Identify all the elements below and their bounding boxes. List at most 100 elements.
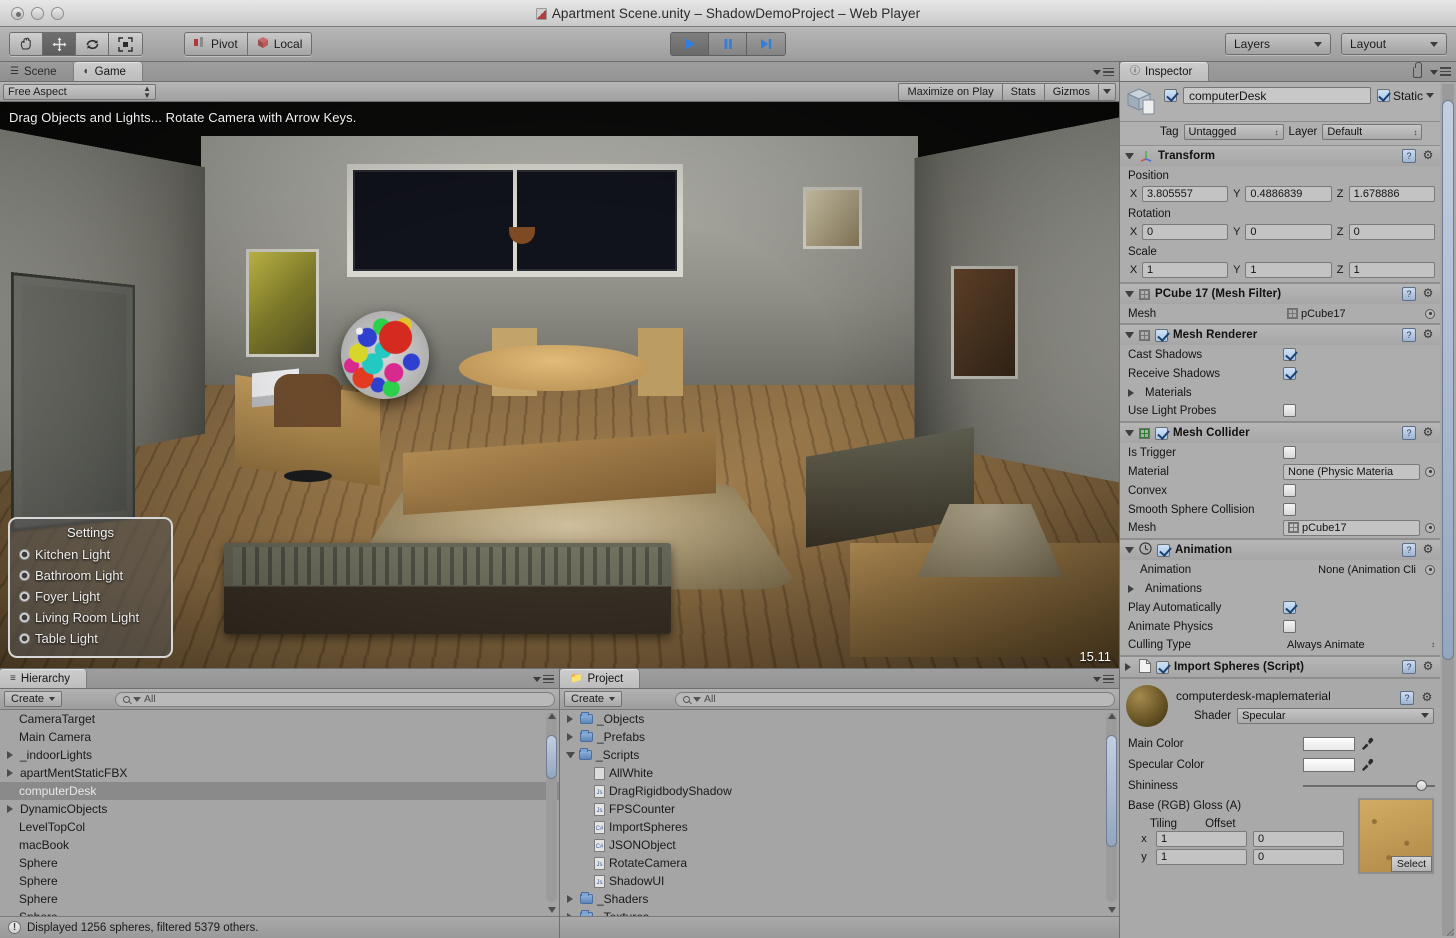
tiling-y-input[interactable]: 1 <box>1156 849 1247 865</box>
cast-shadows-checkbox[interactable] <box>1283 348 1296 361</box>
project-item[interactable]: JsFPSCounter <box>560 800 1119 818</box>
gizmos-button[interactable]: Gizmos <box>1044 83 1098 101</box>
maximize-on-play-button[interactable]: Maximize on Play <box>898 83 1001 101</box>
texture-select-button[interactable]: Select <box>1391 856 1432 872</box>
tab-project[interactable]: 📁 Project <box>560 669 640 688</box>
object-name-input[interactable]: computerDesk <box>1183 87 1371 104</box>
shader-dropdown[interactable]: Specular <box>1237 708 1434 724</box>
project-item[interactable]: _Scripts <box>560 746 1119 764</box>
hierarchy-item[interactable]: CameraTarget <box>0 710 559 728</box>
position-z-input[interactable]: 1.678886 <box>1349 186 1435 202</box>
mesh-collider-enabled-checkbox[interactable] <box>1155 427 1168 440</box>
fold-arrow-icon[interactable] <box>1125 547 1134 553</box>
main-color-swatch[interactable] <box>1303 737 1355 751</box>
project-panel-menu[interactable] <box>1093 675 1114 686</box>
minimize-button[interactable] <box>31 7 44 20</box>
disclosure-triangle-icon[interactable] <box>567 733 576 741</box>
layers-dropdown[interactable]: Layers <box>1225 33 1331 55</box>
hierarchy-create-button[interactable]: Create <box>4 691 62 707</box>
fold-arrow-icon[interactable] <box>1125 430 1134 436</box>
hierarchy-panel-menu[interactable] <box>533 675 554 686</box>
gear-icon[interactable]: ⚙ <box>1420 691 1434 705</box>
fold-arrow-icon[interactable] <box>1125 663 1134 671</box>
fold-arrow-icon[interactable] <box>1125 153 1134 159</box>
materials-row[interactable]: Materials <box>1120 383 1440 402</box>
help-icon[interactable]: ? <box>1402 660 1416 674</box>
tab-game[interactable]: ◐ Game <box>74 62 143 81</box>
script-header[interactable]: Import Spheres (Script) ? ⚙ <box>1120 657 1440 677</box>
inspector-scrollbar[interactable] <box>1442 84 1454 936</box>
transform-header[interactable]: Transform ? ⚙ <box>1120 146 1440 166</box>
project-item[interactable]: _Textures <box>560 908 1119 916</box>
game-render-surface[interactable]: Drag Objects and Lights... Rotate Camera… <box>0 102 1119 668</box>
mesh-filter-header[interactable]: PCube 17 (Mesh Filter) ? ⚙ <box>1120 284 1440 304</box>
offset-y-input[interactable]: 0 <box>1253 849 1344 865</box>
disclosure-triangle-icon[interactable] <box>7 805 16 813</box>
mesh-renderer-enabled-checkbox[interactable] <box>1155 329 1168 342</box>
mesh-collider-header[interactable]: Mesh Collider ? ⚙ <box>1120 423 1440 443</box>
shininess-slider[interactable] <box>1303 780 1435 792</box>
setting-foyer-light[interactable]: Foyer Light <box>10 586 171 607</box>
hierarchy-item[interactable]: computerDesk <box>0 782 559 800</box>
disclosure-triangle-icon[interactable] <box>567 895 576 903</box>
help-icon[interactable]: ? <box>1402 287 1416 301</box>
collider-mesh-field[interactable]: pCube17 <box>1283 520 1420 536</box>
gear-icon[interactable]: ⚙ <box>1421 328 1435 342</box>
project-item[interactable]: _Shaders <box>560 890 1119 908</box>
window-resize-grip[interactable] <box>1442 924 1455 937</box>
disclosure-triangle-icon[interactable] <box>7 769 16 777</box>
help-icon[interactable]: ? <box>1402 328 1416 342</box>
object-picker-icon[interactable] <box>1425 523 1435 533</box>
script-enabled-checkbox[interactable] <box>1156 661 1169 674</box>
layout-dropdown[interactable]: Layout <box>1341 33 1447 55</box>
project-item[interactable]: JsDragRigidbodyShadow <box>560 782 1119 800</box>
scroll-down-arrow[interactable] <box>548 907 556 913</box>
chevron-down-icon[interactable] <box>1426 93 1434 98</box>
pivot-button[interactable]: Pivot <box>185 33 248 55</box>
project-tree[interactable]: _Objects_Prefabs_Scripts.AllWhiteJsDragR… <box>560 710 1119 916</box>
use-light-probes-checkbox[interactable] <box>1283 404 1296 417</box>
culling-type-dropdown[interactable]: Always Animate <box>1283 637 1426 653</box>
move-tool-button[interactable] <box>43 33 76 55</box>
local-button[interactable]: Local <box>248 33 312 55</box>
fold-arrow-icon[interactable] <box>1128 389 1137 397</box>
base-texture-slot[interactable]: Select <box>1358 798 1434 874</box>
project-item[interactable]: _Objects <box>560 710 1119 728</box>
hierarchy-search-input[interactable]: All <box>115 692 555 707</box>
help-icon[interactable]: ? <box>1400 691 1414 705</box>
scroll-up-arrow[interactable] <box>1108 713 1116 719</box>
rotation-y-input[interactable]: 0 <box>1245 224 1331 240</box>
scroll-down-arrow[interactable] <box>1108 907 1116 913</box>
rotate-tool-button[interactable] <box>76 33 109 55</box>
project-item[interactable]: C#JSONObject <box>560 836 1119 854</box>
zoom-button[interactable] <box>51 7 64 20</box>
hierarchy-item[interactable]: _indoorLights <box>0 746 559 764</box>
offset-x-input[interactable]: 0 <box>1253 831 1344 847</box>
tab-inspector[interactable]: ⓘ Inspector <box>1120 62 1209 81</box>
project-search-input[interactable]: All <box>675 692 1115 707</box>
scale-y-input[interactable]: 1 <box>1245 262 1331 278</box>
animation-clip-field[interactable]: None (Animation Cli <box>1283 562 1420 578</box>
position-x-input[interactable]: 3.805557 <box>1142 186 1228 202</box>
hierarchy-item[interactable]: macBook <box>0 836 559 854</box>
pause-button[interactable] <box>709 33 747 55</box>
project-item[interactable]: .AllWhite <box>560 764 1119 782</box>
hierarchy-item[interactable]: DynamicObjects <box>0 800 559 818</box>
hierarchy-item[interactable]: Sphere <box>0 890 559 908</box>
tag-dropdown[interactable]: Untagged ↕ <box>1184 124 1284 140</box>
layer-dropdown[interactable]: Default ↕ <box>1322 124 1422 140</box>
fold-arrow-icon[interactable] <box>1125 291 1134 297</box>
close-button[interactable] <box>11 7 24 20</box>
project-scrollbar[interactable] <box>1106 713 1117 902</box>
updown-arrows-icon[interactable]: ↕ <box>1431 641 1435 648</box>
static-checkbox[interactable] <box>1377 89 1390 102</box>
setting-kitchen-light[interactable]: Kitchen Light <box>10 544 171 565</box>
inspector-panel-menu[interactable] <box>1413 67 1451 78</box>
project-item[interactable]: JsRotateCamera <box>560 854 1119 872</box>
convex-checkbox[interactable] <box>1283 484 1296 497</box>
play-button[interactable] <box>671 33 709 55</box>
animate-physics-checkbox[interactable] <box>1283 620 1296 633</box>
gear-icon[interactable]: ⚙ <box>1421 149 1435 163</box>
position-y-input[interactable]: 0.4886839 <box>1245 186 1331 202</box>
stats-button[interactable]: Stats <box>1002 83 1044 101</box>
